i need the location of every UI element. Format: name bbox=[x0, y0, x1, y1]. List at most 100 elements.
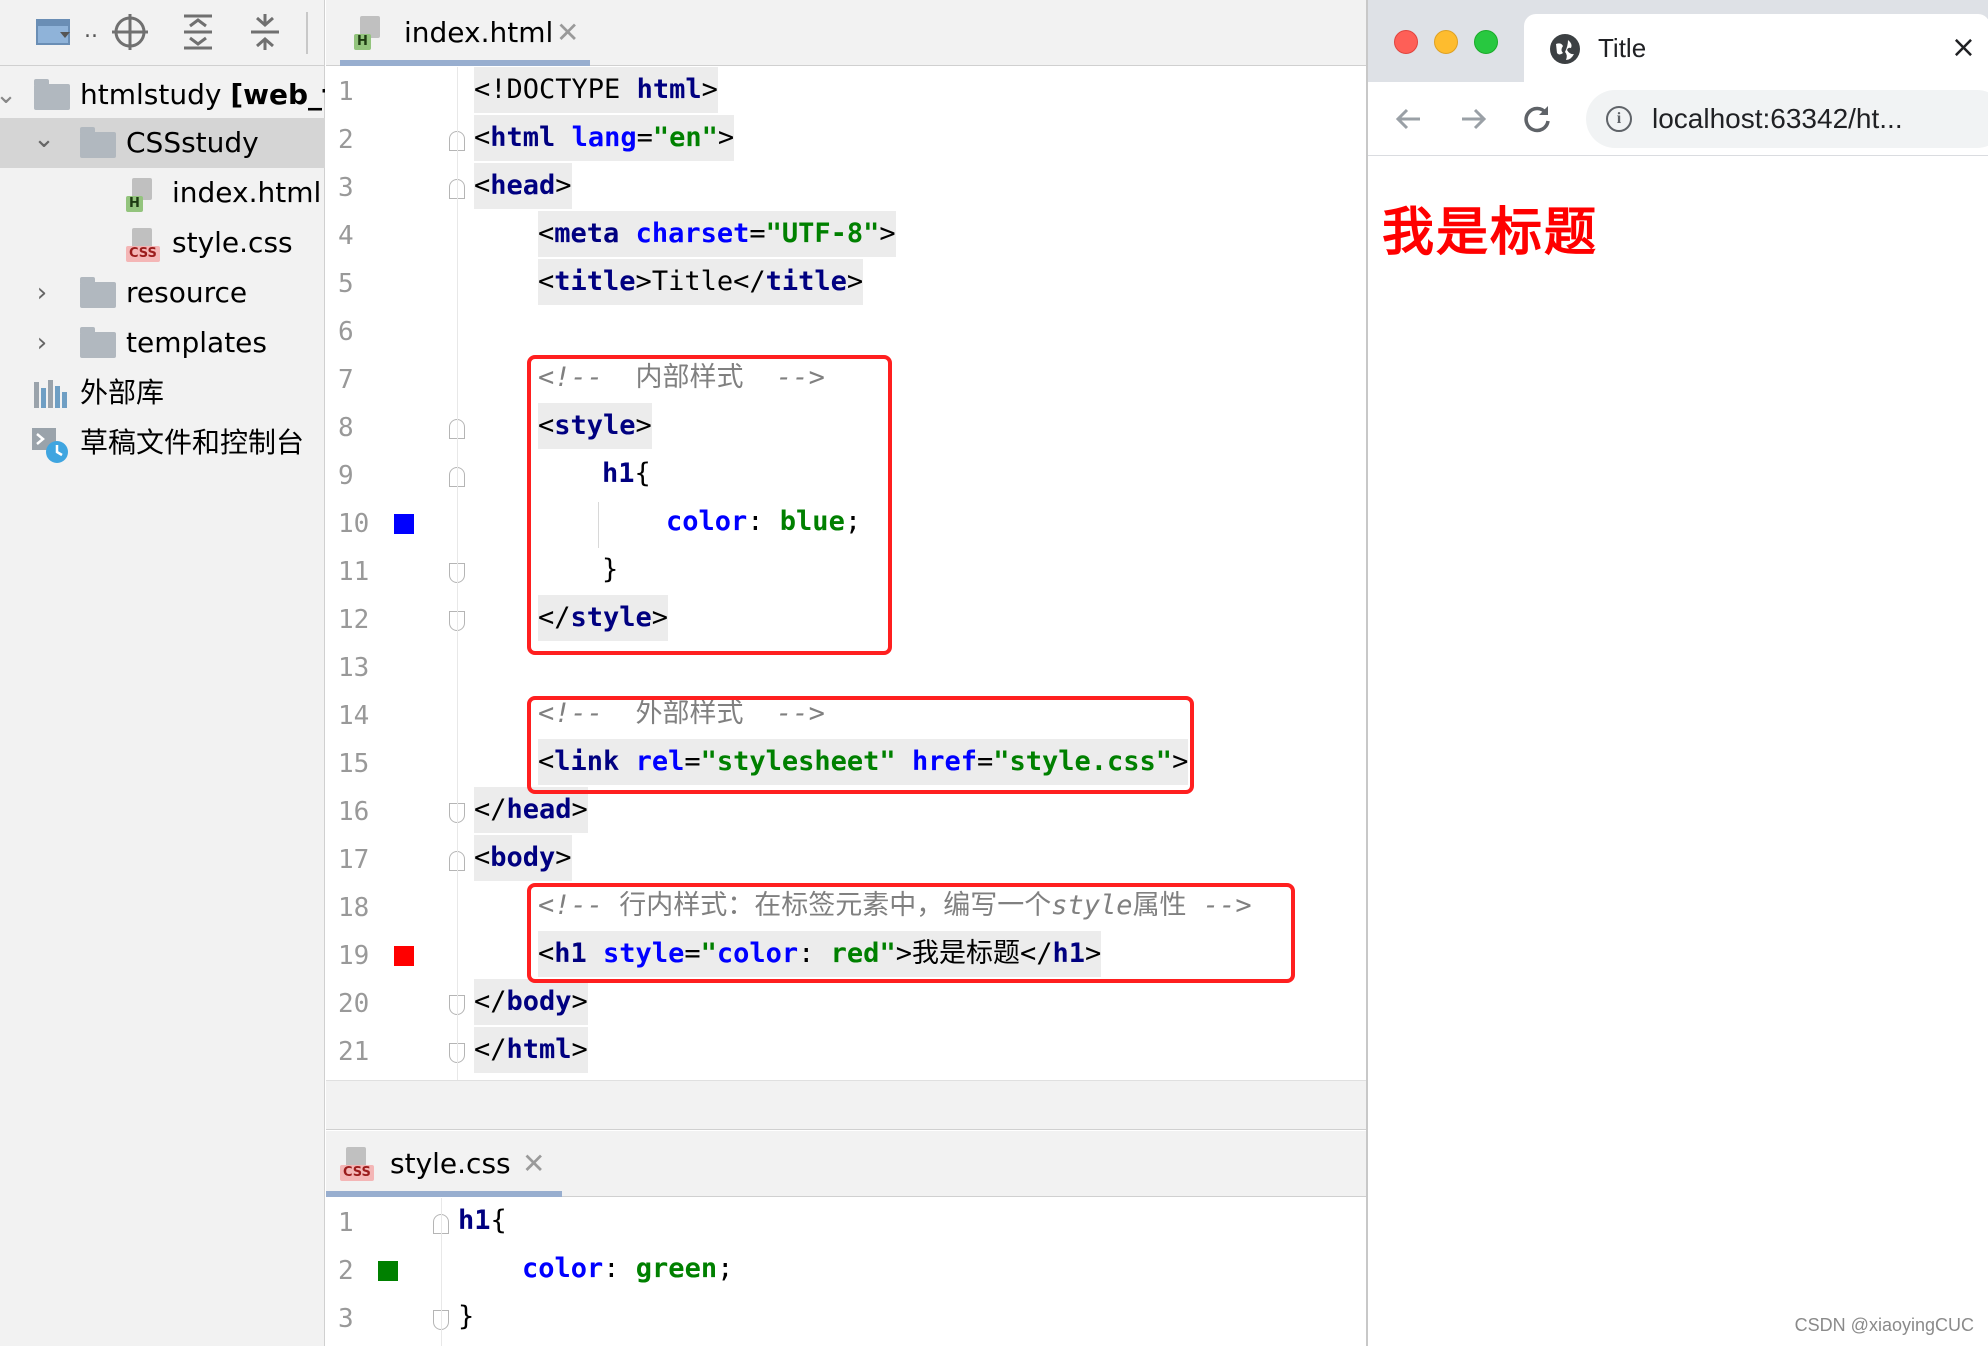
code-line-5: <title>Title</title> bbox=[538, 259, 864, 305]
tree-item-scratches[interactable]: 草稿文件和控制台 bbox=[0, 418, 325, 468]
gutter-divider bbox=[441, 1198, 442, 1346]
active-tab-indicator bbox=[326, 1191, 562, 1197]
line-number: 9 bbox=[338, 461, 354, 491]
expand-all-icon[interactable] bbox=[178, 12, 218, 52]
line-number: 2 bbox=[338, 1256, 354, 1286]
line-number: 14 bbox=[338, 701, 370, 731]
globe-icon bbox=[1550, 34, 1580, 64]
chevron-down-icon[interactable]: ⌄ bbox=[32, 118, 56, 164]
color-swatch-green[interactable] bbox=[378, 1261, 398, 1281]
code-line-4: <meta charset="UTF-8"> bbox=[538, 211, 896, 257]
line-number: 20 bbox=[338, 989, 370, 1019]
collapse-all-icon[interactable] bbox=[245, 12, 285, 52]
gutter-divider bbox=[457, 67, 458, 1080]
html-file-icon: H bbox=[354, 16, 390, 50]
info-icon[interactable]: i bbox=[1606, 106, 1632, 132]
line-number: 4 bbox=[338, 221, 354, 251]
tab-label: style.css bbox=[390, 1147, 511, 1180]
tab-label: index.html bbox=[404, 16, 554, 49]
css-code-line-1: h1{ bbox=[458, 1205, 507, 1236]
tree-item-index-html[interactable]: H index.html bbox=[0, 168, 325, 218]
line-number: 1 bbox=[338, 77, 354, 107]
line-number: 7 bbox=[338, 365, 354, 395]
toolbar-overflow[interactable]: .. bbox=[84, 18, 98, 43]
annotation-box-internal-style bbox=[527, 355, 892, 655]
browser-tab-title: Title bbox=[1598, 33, 1647, 63]
chevron-down-icon[interactable]: ⌄ bbox=[0, 70, 18, 120]
line-number: 10 bbox=[338, 509, 370, 539]
line-number: 6 bbox=[338, 317, 354, 347]
chevron-right-icon[interactable]: › bbox=[30, 268, 54, 318]
folder-icon bbox=[80, 277, 116, 308]
code-line-1: <!DOCTYPE html> bbox=[474, 67, 718, 113]
rendered-page-heading: 我是标题 bbox=[1382, 203, 1599, 263]
tree-item-label: 外部库 bbox=[80, 376, 165, 409]
folder-icon bbox=[80, 327, 116, 358]
chevron-right-icon[interactable]: › bbox=[30, 318, 54, 368]
browser-window: Title × i localhost:63342/ht... 我是标题 bbox=[1366, 0, 1988, 1346]
code-line-3: <head> bbox=[474, 163, 572, 209]
window-minimize-button[interactable] bbox=[1434, 30, 1458, 54]
back-arrow-icon[interactable] bbox=[1386, 96, 1432, 142]
line-number: 15 bbox=[338, 749, 370, 779]
annotation-box-external-style bbox=[527, 696, 1194, 794]
window-zoom-button[interactable] bbox=[1474, 30, 1498, 54]
tree-item-external-libraries[interactable]: 外部库 bbox=[0, 368, 325, 418]
project-tree-panel: .. ⌄ htmlstudy [web_f ⌄ CSSstudy H index… bbox=[0, 0, 325, 1346]
tree-item-style-css[interactable]: CSS style.css bbox=[0, 218, 325, 268]
tree-item-htmlstudy[interactable]: ⌄ htmlstudy [web_f bbox=[0, 70, 325, 120]
active-tab-indicator bbox=[340, 60, 590, 66]
editor-tab-bar-bottom: CSS style.css ✕ bbox=[326, 1131, 1366, 1197]
code-editor-style-css[interactable]: 1 2 3 h1{ color: green; } bbox=[326, 1198, 1366, 1346]
tree-item-label: index.html bbox=[172, 176, 322, 209]
line-number: 2 bbox=[338, 125, 354, 155]
color-swatch-blue[interactable] bbox=[394, 514, 414, 534]
html-file-icon: H bbox=[126, 178, 162, 212]
reload-icon[interactable] bbox=[1514, 96, 1560, 142]
tab-style-css[interactable]: CSS style.css ✕ bbox=[326, 1131, 626, 1197]
tree-item-resource[interactable]: › resource bbox=[0, 268, 325, 318]
browser-toolbar: i localhost:63342/ht... bbox=[1368, 82, 1988, 156]
color-swatch-red[interactable] bbox=[394, 946, 414, 966]
editor-tab-bar-top: H index.html ✕ bbox=[326, 0, 1366, 66]
forward-arrow-icon[interactable] bbox=[1450, 96, 1496, 142]
tree-item-templates[interactable]: › templates bbox=[0, 318, 325, 368]
code-line-20: </body> bbox=[474, 979, 588, 1025]
line-number: 5 bbox=[338, 269, 354, 299]
tree-item-label: CSSstudy bbox=[126, 126, 259, 159]
browser-tab[interactable]: Title × bbox=[1524, 14, 1988, 82]
close-icon[interactable]: ✕ bbox=[522, 1131, 545, 1197]
code-line-2: <html lang="en"> bbox=[474, 115, 735, 161]
window-close-button[interactable] bbox=[1394, 30, 1418, 54]
editor-split-divider[interactable] bbox=[326, 1080, 1366, 1130]
url-text: localhost:63342/ht... bbox=[1652, 103, 1903, 134]
address-bar[interactable]: i localhost:63342/ht... bbox=[1586, 90, 1988, 148]
line-number: 3 bbox=[338, 173, 354, 203]
css-file-icon: CSS bbox=[340, 1147, 376, 1181]
code-editor-index-html[interactable]: 1 2 3 4 5 6 7 8 9 10 11 12 13 14 15 16 1… bbox=[326, 67, 1366, 1080]
line-number: 19 bbox=[338, 941, 370, 971]
line-number: 11 bbox=[338, 557, 370, 587]
close-icon[interactable]: ✕ bbox=[556, 0, 579, 66]
annotation-box-inline-style bbox=[527, 883, 1295, 983]
module-name: [web_f bbox=[230, 78, 325, 111]
css-file-icon: CSS bbox=[126, 228, 162, 262]
tab-index-html[interactable]: H index.html ✕ bbox=[340, 0, 776, 66]
line-number: 1 bbox=[338, 1208, 354, 1238]
line-number: 16 bbox=[338, 797, 370, 827]
scratch-console-icon bbox=[32, 428, 70, 464]
line-number: 17 bbox=[338, 845, 370, 875]
crosshair-icon[interactable] bbox=[110, 12, 150, 52]
code-line-17: <body> bbox=[474, 835, 572, 881]
root-folder-name: htmlstudy bbox=[80, 78, 222, 111]
line-number: 21 bbox=[338, 1037, 370, 1067]
tree-item-label: style.css bbox=[172, 226, 293, 259]
toolbar-separator bbox=[306, 12, 308, 54]
folder-icon bbox=[80, 127, 116, 158]
tree-item-cssstudy[interactable]: ⌄ CSSstudy bbox=[0, 118, 325, 168]
close-icon[interactable]: × bbox=[1951, 14, 1976, 82]
css-code-line-2: color: green; bbox=[522, 1253, 734, 1284]
tree-item-label: templates bbox=[126, 326, 267, 359]
project-toolbar: .. bbox=[0, 0, 325, 66]
select-opened-file-icon[interactable] bbox=[36, 16, 78, 48]
